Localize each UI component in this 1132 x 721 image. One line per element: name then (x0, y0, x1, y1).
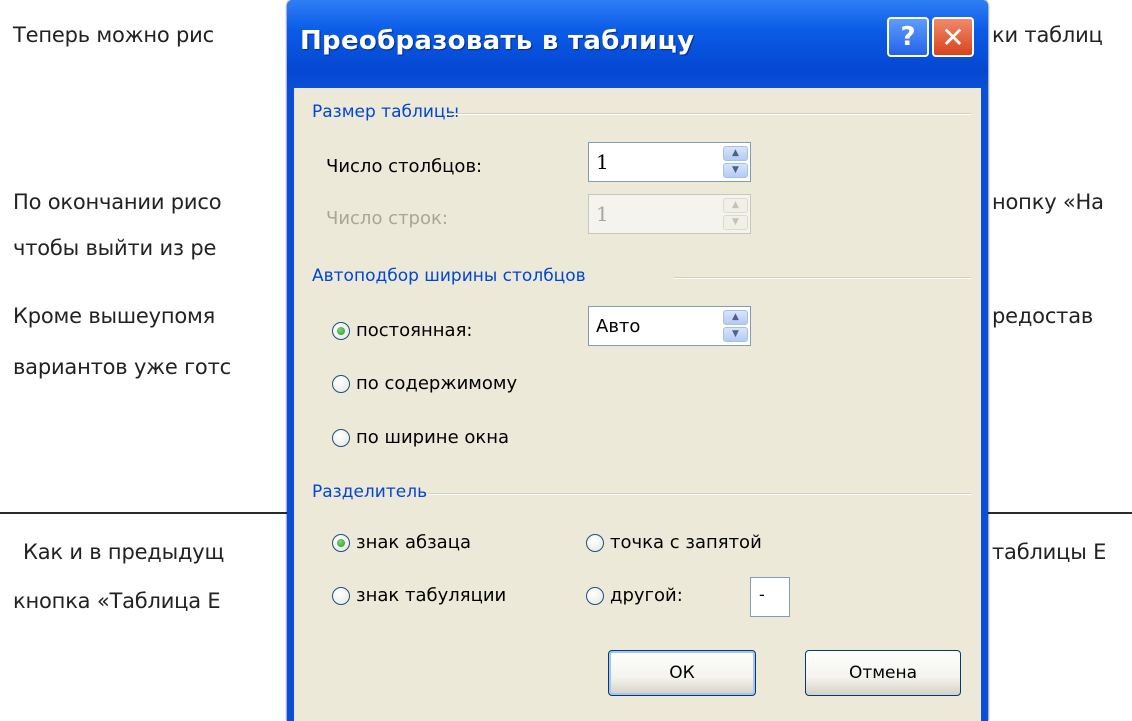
radio-tab-char-label: знак табуляции (356, 585, 507, 606)
radio-paragraph-mark-label: знак абзаца (356, 532, 471, 553)
fixed-width-spin-up-icon[interactable]: ▲ (723, 310, 748, 325)
radio-fixed-width-label: постоянная: (356, 320, 473, 341)
radio-autofit-window-label: по ширине окна (356, 427, 510, 448)
radio-unchecked-icon (332, 428, 350, 447)
fixed-width-value: Авто (596, 316, 641, 337)
rows-spinner: 1 ▲ ▼ (588, 194, 751, 234)
radio-autofit-contents-label: по содержимому (356, 373, 518, 394)
rows-value: 1 (596, 202, 609, 226)
doc-line-4-right: редостав (992, 304, 1094, 328)
doc-line-2-right: нопку «На (992, 190, 1104, 214)
fixed-width-spin-down-icon[interactable]: ▼ (723, 327, 748, 342)
rows-spin-up-icon: ▲ (723, 198, 748, 213)
radio-fixed-width[interactable]: постоянная: (332, 320, 472, 341)
radio-tab-char[interactable]: знак табуляции (332, 585, 506, 606)
columns-spin-down-icon[interactable]: ▼ (723, 163, 748, 178)
help-button[interactable]: ? (887, 17, 929, 57)
fixed-width-spinner[interactable]: Авто ▲ ▼ (588, 306, 751, 346)
radio-autofit-window[interactable]: по ширине окна (332, 427, 509, 448)
radio-unchecked-icon (586, 586, 604, 605)
group-label-autofit: Автоподбор ширины столбцов (312, 266, 586, 286)
doc-line-6-left: Как и в предыдущ (23, 540, 225, 564)
columns-value: 1 (596, 150, 609, 174)
rows-label: Число строк: (326, 208, 448, 229)
doc-line-3-left: чтобы выйти из ре (13, 236, 217, 260)
radio-semicolon[interactable]: точка с запятой (586, 532, 762, 553)
dialog-titlebar[interactable]: Преобразовать в таблицу ? ✕ (287, 0, 988, 88)
columns-spin-up-icon[interactable]: ▲ (723, 146, 748, 161)
radio-autofit-contents[interactable]: по содержимому (332, 373, 517, 394)
dialog-body: Размер таблицы Число столбцов: 1 ▲ ▼ Чис… (294, 88, 981, 721)
radio-unchecked-icon (332, 586, 350, 605)
doc-line-1-left: Теперь можно рис (13, 23, 214, 47)
radio-paragraph-mark[interactable]: знак абзаца (332, 532, 471, 553)
doc-line-7-left: кнопка «Таблица Е (13, 589, 221, 613)
convert-to-table-dialog: Преобразовать в таблицу ? ✕ Размер табли… (287, 0, 988, 721)
radio-unchecked-icon (586, 533, 604, 552)
doc-line-1-right: ки таблиц (992, 23, 1103, 47)
radio-checked-icon (332, 533, 350, 552)
cancel-button[interactable]: Отмена (805, 650, 961, 696)
columns-spinner[interactable]: 1 ▲ ▼ (588, 142, 751, 182)
other-separator-input[interactable]: - (750, 577, 790, 617)
radio-other-label: другой: (610, 585, 683, 606)
dialog-title: Преобразовать в таблицу (300, 26, 695, 56)
radio-unchecked-icon (332, 374, 350, 393)
group-label-separator: Разделитель (312, 482, 428, 502)
group-divider-table-size (446, 113, 971, 115)
radio-other[interactable]: другой: (586, 585, 683, 606)
ok-button[interactable]: ОК (608, 650, 756, 696)
close-button[interactable]: ✕ (932, 17, 974, 57)
radio-checked-icon (332, 321, 350, 340)
group-divider-separator (428, 493, 971, 495)
group-label-table-size: Размер таблицы (312, 102, 459, 122)
doc-line-4-left: Кроме вышеупомя (13, 304, 216, 328)
doc-line-2-left: По окончании рисо (13, 190, 222, 214)
group-divider-autofit (674, 277, 971, 279)
columns-label: Число столбцов: (326, 156, 483, 177)
rows-spin-down-icon: ▼ (723, 215, 748, 230)
doc-line-5-left: вариантов уже готс (13, 355, 231, 379)
radio-semicolon-label: точка с запятой (610, 532, 762, 553)
doc-line-6-right: таблицы Е (992, 540, 1107, 564)
